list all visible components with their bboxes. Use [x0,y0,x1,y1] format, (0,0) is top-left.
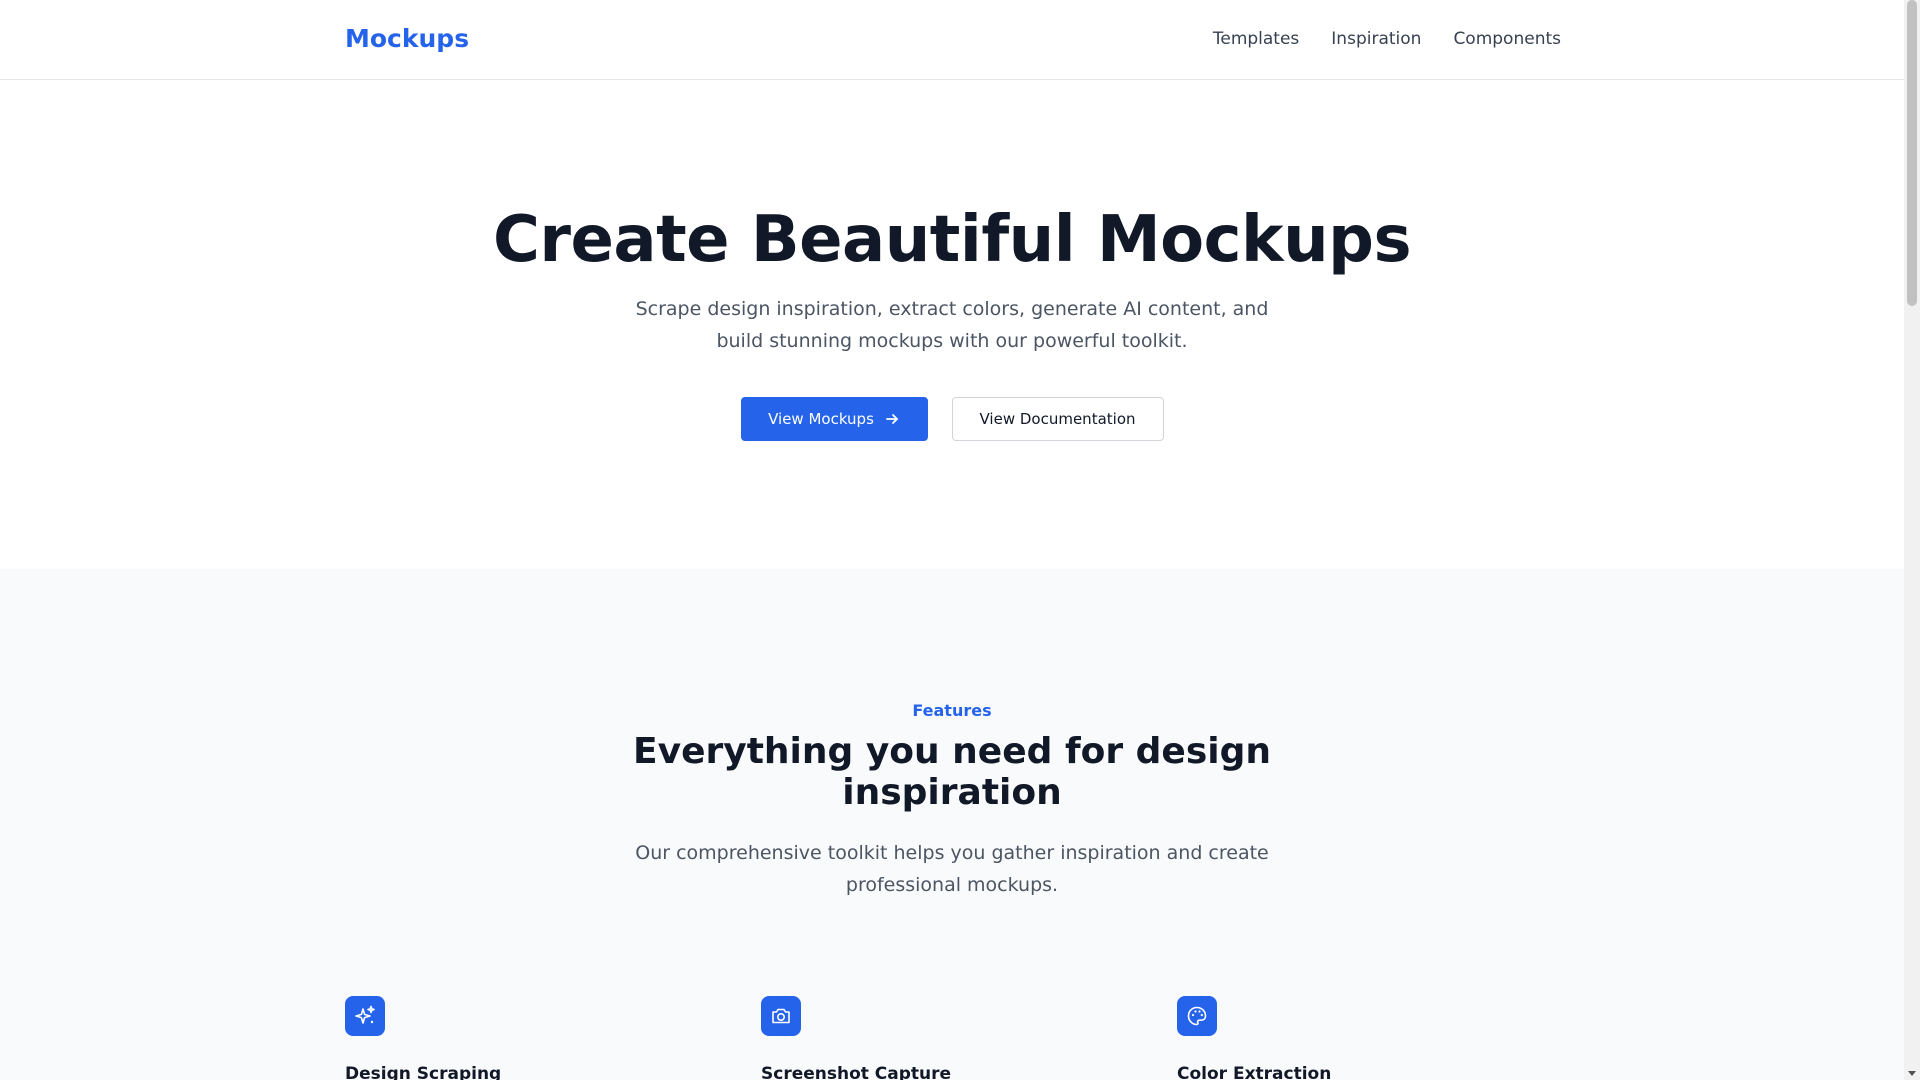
vertical-scrollbar[interactable] [1904,0,1920,1080]
nav-link-components[interactable]: Components [1453,27,1561,51]
site-header: Mockups Templates Inspiration Components [0,0,1904,80]
feature-title: Screenshot Capture [761,1064,952,1080]
arrow-right-icon [884,411,900,427]
feature-title: Design Scraping [345,1064,502,1080]
view-documentation-button[interactable]: View Documentation [951,397,1164,441]
main-nav: Templates Inspiration Components [1213,27,1561,51]
logo[interactable]: Mockups [345,22,469,56]
hero-subtitle: Scrape design inspiration, extract color… [635,298,1269,352]
nav-link-inspiration[interactable]: Inspiration [1331,27,1421,51]
feature-title: Color Extraction [1177,1064,1332,1080]
camera-icon [761,996,801,1036]
hero-title: Create Beautiful Mockups [492,203,1412,277]
sparkles-icon [345,996,385,1036]
scroll-down-icon[interactable] [1908,1071,1916,1076]
features-title: Everything you need for design inspirati… [633,731,1271,813]
nav-link-templates[interactable]: Templates [1213,27,1299,51]
features-section: Features Everything you need for design … [0,569,1904,1080]
features-subtitle: Our comprehensive toolkit helps you gath… [635,842,1269,896]
view-mockups-button[interactable]: View Mockups [740,397,928,441]
feature-card-color-extraction: Color Extraction [1177,996,1557,1080]
feature-card-screenshot-capture: Screenshot Capture [761,996,1141,1080]
view-mockups-label: View Mockups [768,410,874,428]
scrollbar-thumb[interactable] [1907,0,1917,306]
view-documentation-label: View Documentation [979,410,1136,428]
hero-section: Create Beautiful Mockups Scrape design i… [0,81,1904,569]
feature-card-design-scraping: Design Scraping [345,996,725,1080]
palette-icon [1177,996,1217,1036]
page: Mockups Templates Inspiration Components… [0,0,1904,1080]
features-eyebrow: Features [912,701,992,720]
hero-actions: View Mockups View Documentation [0,397,1904,441]
